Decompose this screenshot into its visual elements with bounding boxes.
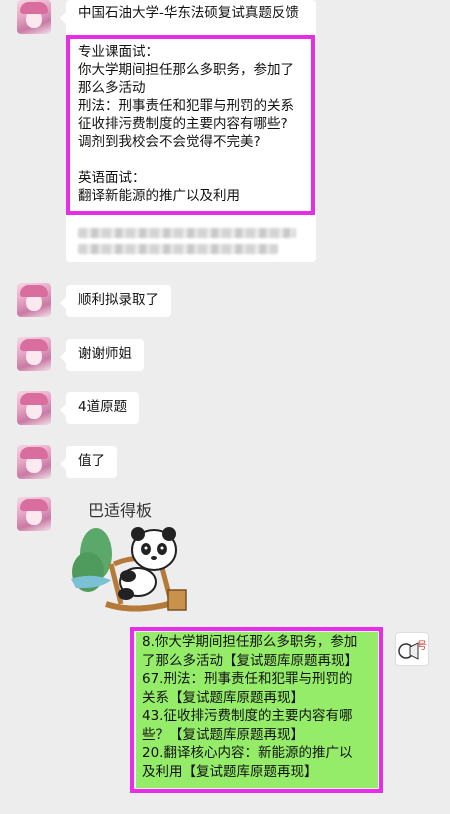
- contact-avatar[interactable]: [17, 337, 51, 371]
- message-text: 顺利拟录取了: [78, 292, 159, 308]
- question-line: 专业课面试：: [78, 44, 159, 60]
- message-bubble[interactable]: 4道原题: [59, 392, 140, 424]
- question-line: 翻译新能源的推广以及利用: [78, 188, 240, 204]
- avatar-text: 号: [417, 640, 427, 652]
- message-bubble[interactable]: 值了: [60, 446, 117, 478]
- reply-line: 20.翻译核心内容：新能源的推广以: [142, 745, 353, 761]
- question-line: 英语面试：: [78, 170, 146, 186]
- question-line: 调剂到我校会不会觉得不完美?: [78, 134, 261, 150]
- contact-avatar[interactable]: [17, 391, 51, 425]
- highlight-box-questions: 专业课面试： 你大学期间担任那么多职务，参加了 那么多活动 刑法：刑事责任和犯罪…: [66, 35, 315, 215]
- contact-avatar[interactable]: [17, 445, 51, 479]
- reply-line: 关系【复试题库原题再现】: [142, 689, 304, 706]
- question-list: 专业课面试： 你大学期间担任那么多职务，参加了 那么多活动 刑法：刑事责任和犯罪…: [78, 43, 303, 205]
- contact-avatar[interactable]: [17, 497, 51, 531]
- reply-line: 了那么多活动【复试题库原题再现】: [142, 652, 358, 669]
- question-line: 征收排污费制度的主要内容有哪些?: [78, 116, 288, 132]
- reply-line: 8.你大学期间担任那么多职务，参加: [142, 634, 358, 650]
- sticker-caption: 巴适得板: [88, 501, 152, 520]
- message-bubble[interactable]: 顺利拟录取了: [60, 285, 171, 317]
- reply-line: 及利用【复试题库原题再现】: [142, 763, 318, 780]
- blurred-text: [78, 222, 300, 260]
- question-line: [78, 151, 303, 169]
- contact-avatar[interactable]: [17, 0, 51, 34]
- message-text: 谢谢师姐: [78, 346, 132, 362]
- panda-sticker[interactable]: 巴适得板: [66, 494, 196, 624]
- my-avatar[interactable]: 号: [395, 632, 429, 666]
- message-text: 4道原题: [78, 399, 128, 415]
- reply-bubble[interactable]: 8.你大学期间担任那么多职务，参加 了那么多活动【复试题库原题再现】 67.刑法…: [136, 632, 378, 788]
- question-line: 那么多活动: [78, 80, 146, 96]
- contact-avatar[interactable]: [17, 283, 51, 317]
- reply-line: 67.刑法：刑事责任和犯罪与刑罚的: [142, 671, 353, 687]
- question-line: 刑法：刑事责任和犯罪与刑罚的关系: [78, 98, 294, 114]
- message-title: 中国石油大学-华东法硕复试真题反馈: [78, 5, 299, 21]
- reply-line: 43.征收排污费制度的主要内容有哪: [142, 708, 353, 724]
- question-line: 你大学期间担任那么多职务，参加了: [78, 62, 294, 78]
- panda-icon: 巴适得板: [71, 501, 187, 612]
- megaphone-icon: 号: [398, 640, 427, 660]
- message-bubble[interactable]: 谢谢师姐: [60, 339, 144, 371]
- reply-line: 些？【复试题库原题再现】: [142, 726, 304, 743]
- message-text: 值了: [78, 453, 105, 469]
